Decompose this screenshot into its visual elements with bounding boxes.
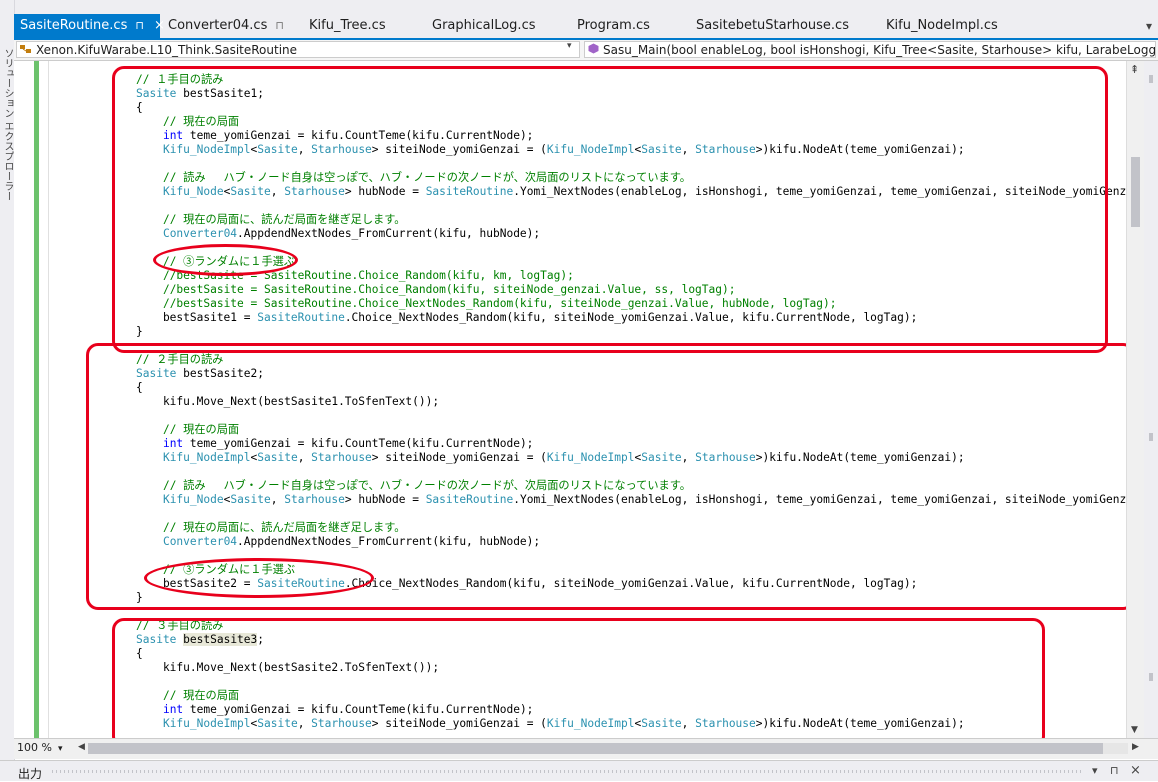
overview-mark bbox=[1149, 673, 1153, 681]
class-scope-label: Xenon.KifuWarabe.L10_Think.SasiteRoutine bbox=[36, 43, 298, 57]
indent-guide bbox=[48, 61, 49, 738]
class-scope-dropdown[interactable]: Xenon.KifuWarabe.L10_Think.SasiteRoutine bbox=[16, 41, 580, 58]
document-tab-bar: SasiteRoutine.cs ⊓ × Converter04.cs ⊓ Kifu_… bbox=[14, 14, 1158, 40]
left-tool-strip[interactable]: ソリューション エクスプローラー bbox=[0, 0, 15, 780]
scroll-right-icon[interactable]: ▶ bbox=[1132, 742, 1139, 752]
chevron-down-icon[interactable]: ▾ bbox=[58, 744, 63, 754]
horizontal-scrollbar[interactable] bbox=[88, 743, 1128, 754]
scroll-left-icon[interactable]: ◀ bbox=[78, 742, 85, 752]
tab-graphicallog[interactable]: GraphicalLog.cs bbox=[432, 14, 536, 38]
navigation-bar: Xenon.KifuWarabe.L10_Think.SasiteRoutine… bbox=[14, 40, 1158, 61]
tab-label: Converter04.cs bbox=[168, 18, 268, 33]
tab-overflow-dropdown-icon[interactable]: ▾ bbox=[1146, 14, 1152, 38]
tab-label: GraphicalLog.cs bbox=[432, 18, 536, 33]
tab-label: Kifu_NodeImpl.cs bbox=[886, 18, 998, 33]
annotation-ellipse-1 bbox=[153, 244, 298, 276]
scroll-down-icon[interactable]: ▼ bbox=[1131, 725, 1138, 735]
annotation-ellipse-2 bbox=[144, 558, 374, 598]
close-icon[interactable]: × bbox=[1130, 763, 1141, 778]
panel-grip[interactable] bbox=[52, 770, 1082, 773]
change-marker-bar bbox=[34, 61, 39, 738]
tab-label: SasitebetuStarhouse.cs bbox=[696, 18, 849, 33]
output-panel-title[interactable]: 出力 bbox=[18, 765, 42, 782]
vertical-scrollbar[interactable]: ⇞ ▼ bbox=[1126, 61, 1145, 738]
top-strip bbox=[14, 0, 1158, 14]
zoom-level: 100 % bbox=[17, 741, 52, 754]
tab-sasiteroutine[interactable]: SasiteRoutine.cs ⊓ × bbox=[14, 14, 165, 38]
pin-icon[interactable]: ⊓ bbox=[135, 19, 144, 32]
tab-sasitebetustarhouse[interactable]: SasitebetuStarhouse.cs bbox=[696, 14, 849, 38]
editor-status-bar: 100 % ▾ ◀ ▶ bbox=[14, 738, 1158, 759]
right-overview-strip bbox=[1144, 61, 1158, 738]
tab-kifu-tree[interactable]: Kifu_Tree.cs bbox=[309, 14, 386, 38]
chevron-down-icon[interactable]: ▾ bbox=[567, 41, 572, 51]
annotation-box-3 bbox=[112, 618, 1045, 738]
overview-mark bbox=[1149, 433, 1153, 441]
tab-label: SasiteRoutine.cs bbox=[20, 18, 128, 33]
overview-mark bbox=[1149, 75, 1153, 83]
tab-label: Kifu_Tree.cs bbox=[309, 18, 386, 33]
panel-dropdown-icon[interactable]: ▾ bbox=[1092, 764, 1098, 777]
output-panel-header: 出力 ▾ ⊓ × bbox=[0, 760, 1158, 781]
pin-icon[interactable]: ⊓ bbox=[275, 19, 284, 32]
scroll-thumb[interactable] bbox=[1131, 157, 1140, 227]
class-icon bbox=[20, 42, 32, 57]
method-icon bbox=[588, 42, 599, 57]
horizontal-scroll-thumb[interactable] bbox=[88, 743, 1103, 754]
close-icon[interactable]: × bbox=[154, 18, 165, 33]
tab-kifu-nodeimpl[interactable]: Kifu_NodeImpl.cs bbox=[886, 14, 998, 38]
pin-icon[interactable]: ⊓ bbox=[1110, 764, 1119, 777]
zoom-control[interactable]: 100 % ▾ bbox=[17, 741, 62, 754]
tab-label: Program.cs bbox=[577, 18, 650, 33]
member-scope-dropdown[interactable]: Sasu_Main(bool enableLog, bool isHonshog… bbox=[584, 41, 1156, 58]
member-scope-label: Sasu_Main(bool enableLog, bool isHonshog… bbox=[603, 43, 1156, 57]
code-editor[interactable]: // １手目の読み Sasite bestSasite1;{ // 現在の局面 i… bbox=[14, 61, 1126, 738]
split-icon[interactable]: ⇞ bbox=[1130, 63, 1139, 76]
tab-program[interactable]: Program.cs bbox=[577, 14, 650, 38]
annotation-box-1 bbox=[112, 66, 1108, 353]
solution-explorer-tab[interactable]: ソリューション エクスプローラー bbox=[1, 48, 13, 201]
tab-converter04[interactable]: Converter04.cs ⊓ bbox=[168, 14, 298, 38]
